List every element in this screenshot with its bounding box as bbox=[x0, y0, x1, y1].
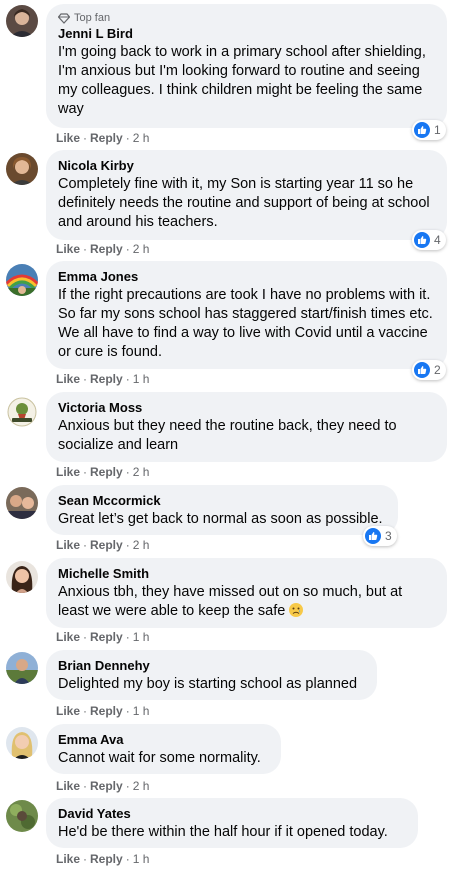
comment-bubble: Victoria Moss Anxious but they need the … bbox=[46, 392, 447, 462]
comment-text: Completely fine with it, my Son is start… bbox=[58, 176, 430, 230]
like-icon bbox=[414, 232, 430, 248]
reply-link[interactable]: Reply bbox=[90, 779, 123, 793]
top-fan-badge[interactable]: Top fan bbox=[58, 12, 435, 24]
comment-bubble: Nicola Kirby Completely fine with it, my… bbox=[46, 150, 447, 240]
reply-link[interactable]: Reply bbox=[90, 131, 123, 145]
reply-link[interactable]: Reply bbox=[90, 630, 123, 644]
avatar[interactable] bbox=[6, 800, 38, 832]
like-link[interactable]: Like bbox=[56, 242, 80, 256]
comment-author[interactable]: Jenni L Bird bbox=[58, 26, 435, 42]
avatar[interactable] bbox=[6, 487, 38, 519]
reaction-count-badge[interactable]: 2 bbox=[412, 360, 446, 380]
reaction-count: 2 bbox=[434, 363, 441, 377]
reply-link[interactable]: Reply bbox=[90, 372, 123, 386]
like-link[interactable]: Like bbox=[56, 704, 80, 718]
avatar[interactable] bbox=[6, 396, 38, 428]
reaction-count: 4 bbox=[434, 233, 441, 247]
comment-actions: Like · Reply · 2 h bbox=[56, 131, 150, 145]
reaction-count: 3 bbox=[385, 529, 392, 543]
comment-text: I'm going back to work in a primary scho… bbox=[58, 44, 426, 117]
comment-text: Great let’s get back to normal as soon a… bbox=[58, 511, 383, 527]
comment-author[interactable]: Victoria Moss bbox=[58, 400, 435, 416]
reaction-count-badge[interactable]: 4 bbox=[412, 230, 446, 250]
comment-actions: Like · Reply · 2 h bbox=[56, 242, 150, 256]
comment-bubble: Michelle Smith Anxious tbh, they have mi… bbox=[46, 558, 447, 628]
comment-text: He'd be there within the half hour if it… bbox=[58, 824, 388, 840]
sad-face-emoji bbox=[289, 603, 304, 617]
comment-text: If the right precautions are took I have… bbox=[58, 287, 433, 360]
like-link[interactable]: Like bbox=[56, 131, 80, 145]
comment-actions: Like · Reply · 1 h bbox=[56, 372, 150, 386]
comment-author[interactable]: Michelle Smith bbox=[58, 566, 435, 582]
comment-author[interactable]: Nicola Kirby bbox=[58, 158, 435, 174]
comment-bubble: Sean Mccormick Great let’s get back to n… bbox=[46, 485, 398, 535]
comment-actions: Like · Reply · 2 h bbox=[56, 779, 150, 793]
avatar[interactable] bbox=[6, 5, 38, 37]
comment-timestamp[interactable]: 1 h bbox=[133, 630, 150, 644]
comment-text: Cannot wait for some normality. bbox=[58, 750, 261, 766]
comment-timestamp[interactable]: 1 h bbox=[133, 852, 150, 866]
comment-bubble: David Yates He'd be there within the hal… bbox=[46, 798, 418, 848]
reply-link[interactable]: Reply bbox=[90, 465, 123, 479]
comment-bubble: Top fan Jenni L Bird I'm going back to w… bbox=[46, 4, 447, 128]
comment-timestamp[interactable]: 2 h bbox=[133, 465, 150, 479]
comment-bubble: Brian Dennehy Delighted my boy is starti… bbox=[46, 650, 377, 700]
comment-timestamp[interactable]: 1 h bbox=[133, 372, 150, 386]
reply-link[interactable]: Reply bbox=[90, 852, 123, 866]
avatar[interactable] bbox=[6, 561, 38, 593]
avatar[interactable] bbox=[6, 264, 38, 296]
comment-author[interactable]: Sean Mccormick bbox=[58, 493, 386, 509]
comment-text: Anxious but they need the routine back, … bbox=[58, 418, 397, 453]
like-icon bbox=[414, 362, 430, 378]
comment-bubble: Emma Jones If the right precautions are … bbox=[46, 261, 447, 369]
reply-link[interactable]: Reply bbox=[90, 704, 123, 718]
like-link[interactable]: Like bbox=[56, 779, 80, 793]
reaction-count-badge[interactable]: 3 bbox=[363, 526, 397, 546]
comment-bubble: Emma Ava Cannot wait for some normality. bbox=[46, 724, 281, 774]
comment-actions: Like · Reply · 1 h bbox=[56, 704, 150, 718]
comment-actions: Like · Reply · 2 h bbox=[56, 465, 150, 479]
comment-text: Anxious tbh, they have missed out on so … bbox=[58, 583, 435, 621]
comment-timestamp[interactable]: 2 h bbox=[133, 538, 150, 552]
comment-author[interactable]: David Yates bbox=[58, 806, 406, 822]
comment-actions: Like · Reply · 2 h bbox=[56, 538, 150, 552]
like-icon bbox=[414, 122, 430, 138]
reply-link[interactable]: Reply bbox=[90, 242, 123, 256]
comment-timestamp[interactable]: 2 h bbox=[133, 779, 150, 793]
comment-timestamp[interactable]: 1 h bbox=[133, 704, 150, 718]
reply-link[interactable]: Reply bbox=[90, 538, 123, 552]
comment-author[interactable]: Emma Jones bbox=[58, 269, 435, 285]
badge-label: Top fan bbox=[74, 12, 111, 24]
diamond-icon bbox=[58, 12, 70, 24]
like-link[interactable]: Like bbox=[56, 630, 80, 644]
avatar[interactable] bbox=[6, 727, 38, 759]
like-link[interactable]: Like bbox=[56, 538, 80, 552]
comment-timestamp[interactable]: 2 h bbox=[133, 131, 150, 145]
avatar[interactable] bbox=[6, 153, 38, 185]
like-link[interactable]: Like bbox=[56, 852, 80, 866]
comment-actions: Like · Reply · 1 h bbox=[56, 630, 150, 644]
avatar[interactable] bbox=[6, 652, 38, 684]
like-link[interactable]: Like bbox=[56, 372, 80, 386]
comment-timestamp[interactable]: 2 h bbox=[133, 242, 150, 256]
comment-actions: Like · Reply · 1 h bbox=[56, 852, 150, 866]
comment-text-body: Anxious tbh, they have missed out on so … bbox=[58, 584, 403, 619]
reaction-count: 1 bbox=[434, 123, 441, 137]
like-link[interactable]: Like bbox=[56, 465, 80, 479]
comment-author[interactable]: Emma Ava bbox=[58, 732, 269, 748]
like-icon bbox=[365, 528, 381, 544]
reaction-count-badge[interactable]: 1 bbox=[412, 120, 446, 140]
comment-text: Delighted my boy is starting school as p… bbox=[58, 676, 358, 692]
comment-author[interactable]: Brian Dennehy bbox=[58, 658, 365, 674]
